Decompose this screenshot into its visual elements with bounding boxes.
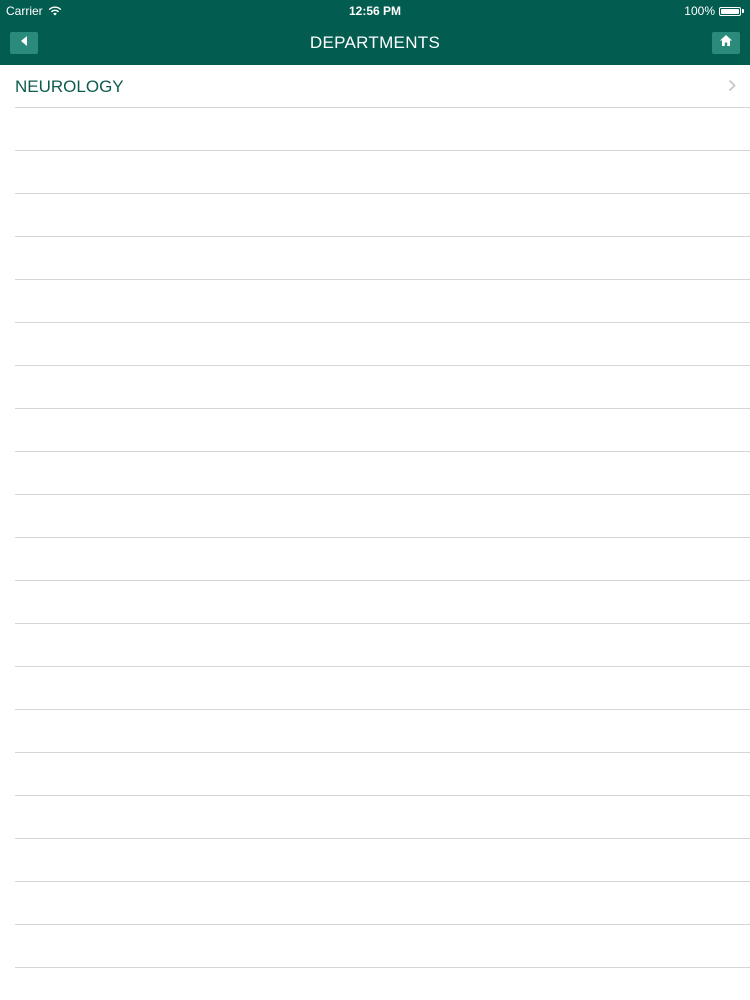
empty-row xyxy=(15,839,750,882)
empty-row xyxy=(15,624,750,667)
status-bar: Carrier 12:56 PM 100% xyxy=(0,0,750,22)
chevron-right-icon xyxy=(728,79,736,97)
battery-body xyxy=(719,6,741,16)
page-title: DEPARTMENTS xyxy=(309,33,441,52)
empty-row xyxy=(15,581,750,624)
empty-row xyxy=(15,495,750,538)
empty-row xyxy=(15,882,750,925)
battery-percent: 100% xyxy=(684,4,715,18)
battery-icon xyxy=(719,6,744,16)
empty-row xyxy=(15,710,750,753)
empty-row xyxy=(15,151,750,194)
home-icon xyxy=(719,34,733,52)
empty-row xyxy=(15,409,750,452)
empty-row xyxy=(15,538,750,581)
screen: Carrier 12:56 PM 100% DEPARTMENTS NEUROL… xyxy=(0,0,750,1000)
empty-row xyxy=(15,667,750,710)
empty-row xyxy=(15,452,750,495)
empty-row xyxy=(15,925,750,968)
list-item-neurology[interactable]: NEUROLOGY xyxy=(15,65,750,108)
battery-fill xyxy=(721,8,739,14)
nav-bar: DEPARTMENTS xyxy=(0,22,750,65)
empty-row xyxy=(15,796,750,839)
empty-row xyxy=(15,194,750,237)
empty-row xyxy=(15,753,750,796)
empty-row xyxy=(15,237,750,280)
status-right: 100% xyxy=(684,4,744,18)
status-time: 12:56 PM xyxy=(348,4,402,18)
empty-row xyxy=(15,280,750,323)
battery-tip xyxy=(742,9,744,13)
home-button[interactable] xyxy=(712,32,740,54)
empty-row xyxy=(15,366,750,409)
department-list: NEUROLOGY xyxy=(0,65,750,1000)
list-item-label: NEUROLOGY xyxy=(15,77,124,96)
empty-row xyxy=(15,968,750,1000)
empty-row xyxy=(15,323,750,366)
empty-row xyxy=(15,108,750,151)
